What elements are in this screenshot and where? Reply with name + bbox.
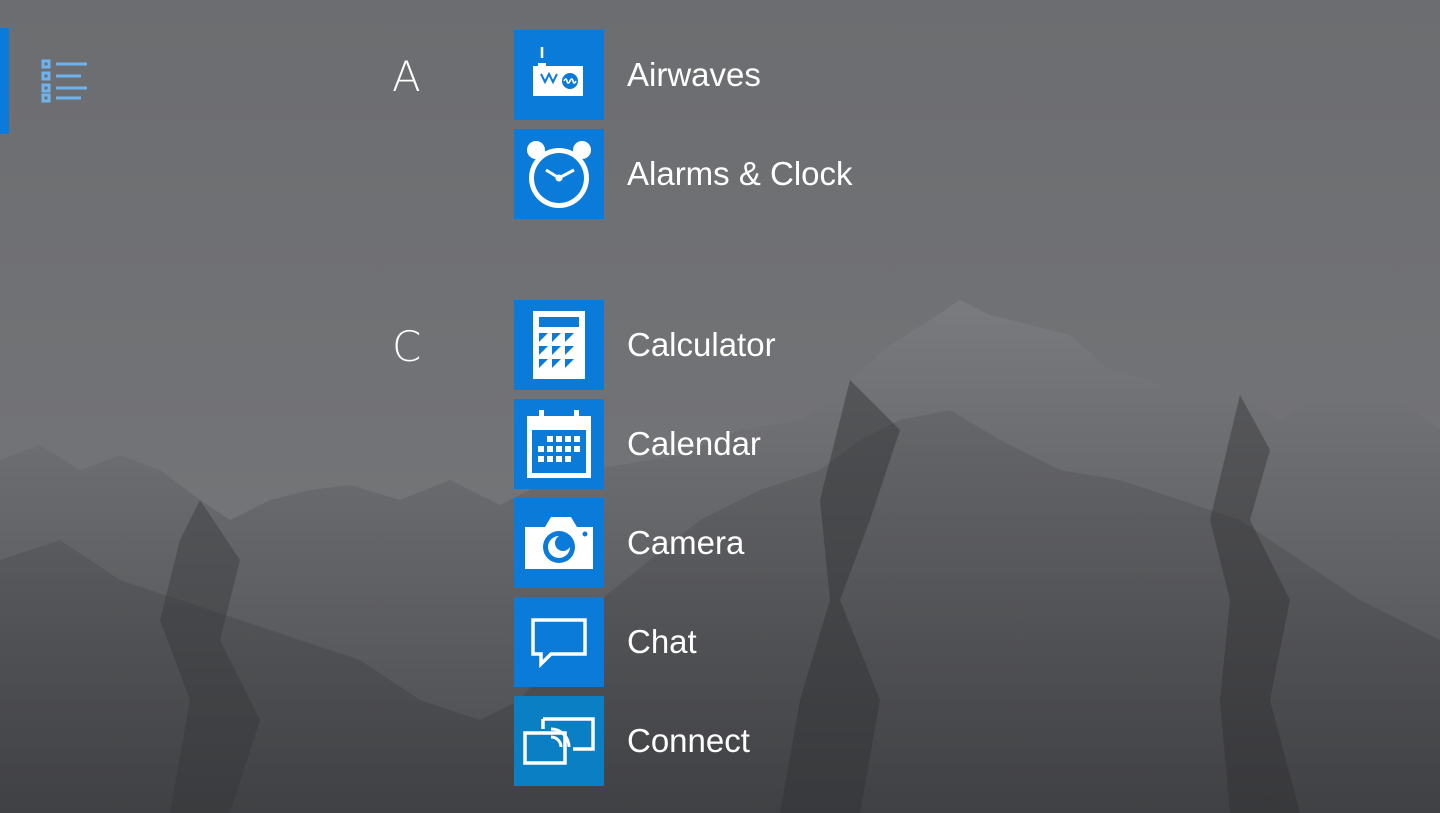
app-tile [514,30,604,120]
app-alarms-and-clock[interactable]: Alarms & Clock [514,129,1114,219]
app-connect[interactable]: Connect [514,696,1114,786]
app-tile [514,597,604,687]
chat-icon [531,618,587,668]
app-label: Calculator [627,326,776,363]
app-label: Calendar [627,425,761,462]
app-label: Alarms & Clock [627,155,853,192]
connect-icon [523,717,595,765]
all-apps-list-button[interactable] [32,48,98,114]
app-airwaves[interactable]: Airwaves [514,30,1114,120]
camera-icon [525,517,593,569]
app-label: Connect [627,722,750,759]
app-camera[interactable]: Camera [514,498,1114,588]
calendar-icon [527,410,591,478]
app-calendar[interactable]: Calendar [514,399,1114,489]
app-calculator[interactable]: Calculator [514,300,1114,390]
group-header-a[interactable]: A [392,52,432,102]
radio-icon [533,47,583,96]
app-tile [514,498,604,588]
active-item-accent [0,28,9,134]
app-tile [514,129,604,219]
app-label: Airwaves [627,56,761,93]
app-tile [514,399,604,489]
app-label: Chat [627,623,697,660]
app-label: Camera [627,524,745,561]
calculator-icon [533,311,585,379]
group-header-c[interactable]: C [392,322,432,372]
alarm-clock-icon [527,141,591,208]
all-apps-list-icon [41,59,87,103]
app-tile [514,696,604,786]
app-tile [514,300,604,390]
app-chat[interactable]: Chat [514,597,1114,687]
